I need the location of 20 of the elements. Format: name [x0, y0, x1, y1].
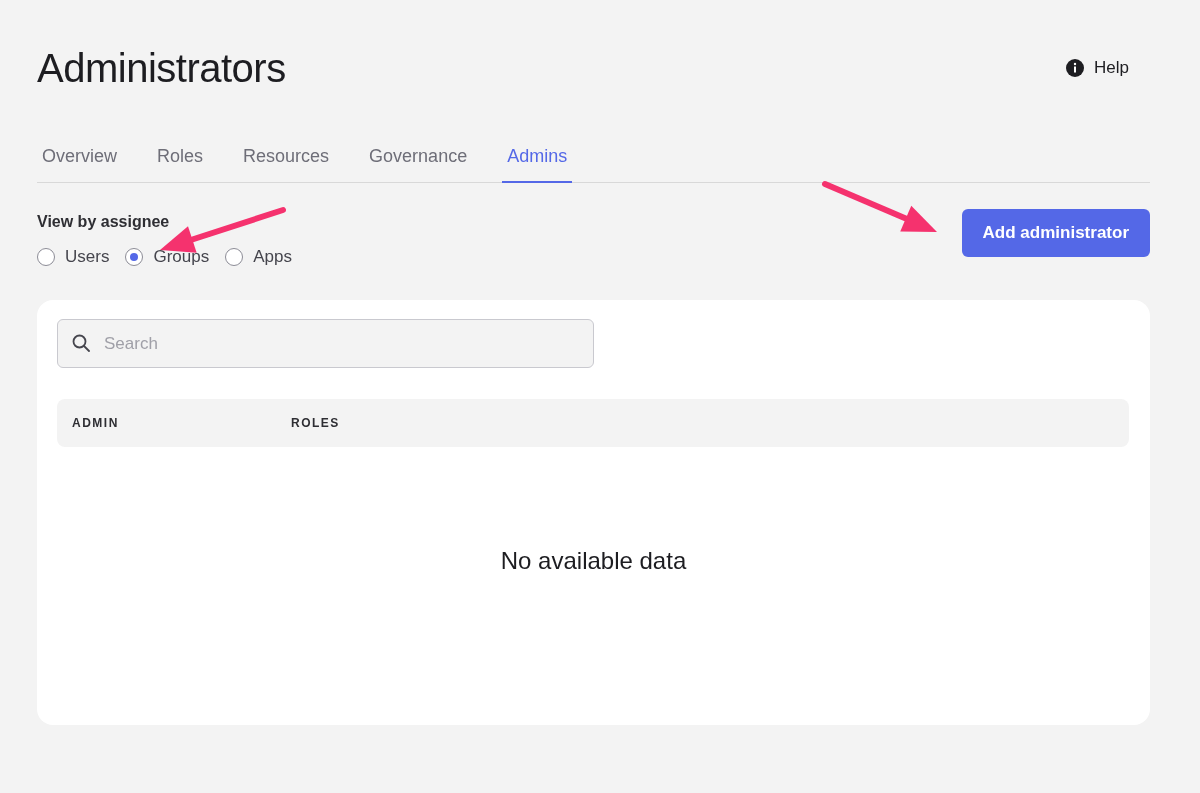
empty-message: No available data	[499, 547, 688, 575]
column-header: ROLES	[291, 416, 341, 430]
column-header: ADMIN	[72, 416, 120, 430]
tab[interactable]: Roles	[152, 140, 209, 183]
info-icon	[1066, 59, 1085, 77]
radio-button[interactable]	[225, 248, 244, 266]
tab[interactable]: Governance	[364, 140, 473, 183]
radio-label[interactable]: Apps	[253, 247, 292, 267]
radio-button[interactable]	[125, 248, 144, 266]
add-administrator-button[interactable]: Add administrator	[961, 209, 1150, 257]
page-title: Administrators	[37, 45, 286, 91]
tab[interactable]: Admins	[502, 140, 573, 183]
radio-label[interactable]: Users	[65, 247, 110, 267]
search-field[interactable]: Search	[57, 319, 594, 368]
assignee-label: View by assignee	[37, 213, 171, 231]
help-link[interactable]: Help	[1066, 58, 1129, 78]
tab[interactable]: Overview	[37, 140, 122, 183]
tab[interactable]: Resources	[238, 140, 335, 183]
radio-label[interactable]: Groups	[153, 247, 210, 267]
radio-button[interactable]	[37, 248, 55, 266]
